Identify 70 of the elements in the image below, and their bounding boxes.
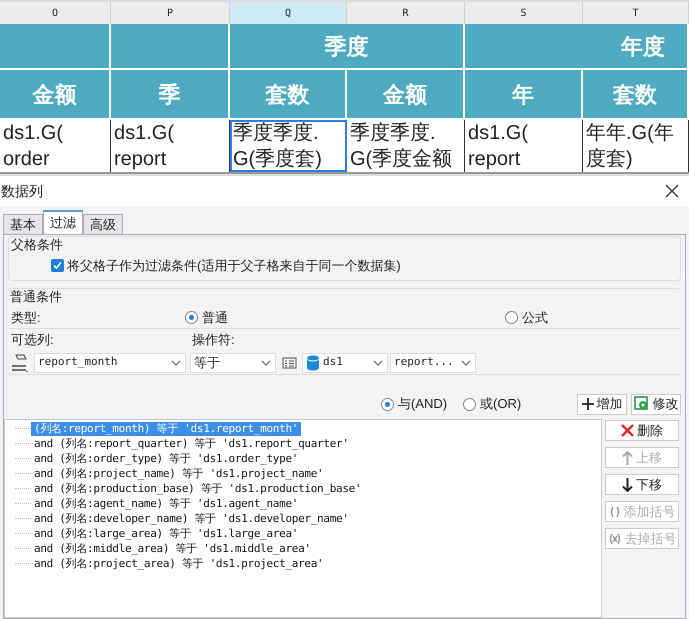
caret-icon[interactable] (261, 360, 271, 366)
window-title: 数据列 (1, 182, 43, 200)
condition-item[interactable]: and (列名:developer_name) 等于 'ds1.developer_name' (31, 512, 352, 526)
dropdown[interactable]: report... (390, 352, 476, 372)
tab[interactable]: 高级 (83, 214, 123, 234)
radio-button[interactable] (463, 398, 476, 410)
brackets-icon (608, 506, 620, 518)
arrow-down-icon (622, 478, 633, 492)
column-header[interactable]: R (347, 2, 465, 24)
field-type-icon[interactable] (10, 352, 30, 372)
header-cell: 年 (465, 70, 583, 120)
table-cell[interactable]: ds1.G( report (111, 120, 230, 172)
column-header[interactable]: O (0, 2, 111, 24)
header-cell: 金额 (347, 70, 465, 120)
radio-button[interactable] (185, 311, 198, 324)
group-title: 普通条件 (9, 289, 62, 305)
field-label: 可选列: (11, 331, 55, 350)
radio-button[interactable] (505, 311, 518, 324)
caret-icon[interactable] (373, 360, 383, 366)
header-cell: 套数 (583, 70, 689, 120)
radio-label: 或(OR) (480, 395, 522, 414)
header-cell: 金额 (0, 70, 111, 120)
dropdown[interactable]: ds1 (302, 352, 388, 372)
brackets-icon (608, 532, 622, 544)
tab[interactable]: 基本 (3, 214, 43, 234)
group-title: 父格条件 (10, 237, 63, 253)
button[interactable]: 增加 (577, 394, 627, 414)
close-icon[interactable] (665, 184, 679, 198)
radio-label: 与(AND) (398, 395, 448, 414)
table-cell[interactable]: 年年.G(年度套) (583, 120, 689, 172)
caret-icon[interactable] (461, 360, 471, 366)
arrow-up-icon (622, 450, 633, 464)
field-label: 类型: (11, 308, 42, 327)
plus-icon (582, 398, 594, 410)
condition-item[interactable]: and (列名:agent_name) 等于 'ds1.agent_name' (31, 496, 302, 510)
table-cell[interactable]: ds1.G( report (465, 120, 583, 172)
condition-item[interactable]: and (列名:project_area) 等于 'ds1.project_area' (31, 556, 326, 570)
header-cell: 季度 (230, 24, 465, 70)
table-cell[interactable]: 季度季度. G(季度套) (230, 120, 347, 172)
condition-item[interactable]: and (列名:middle_area) 等于 'ds1.middle_area' (31, 542, 314, 556)
header-cell: 套数 (230, 70, 347, 120)
tab[interactable]: 过滤 (43, 210, 83, 234)
close-icon (621, 424, 634, 437)
condition-item[interactable]: and (列名:project_name) 等于 'ds1.project_name' (31, 466, 326, 480)
condition-item[interactable]: and (列名:production_base) 等于 'ds1.production_base' (31, 482, 364, 496)
field-label: 操作符: (192, 331, 235, 350)
dropdown[interactable]: report_month (34, 352, 186, 372)
column-header[interactable]: P (111, 2, 230, 24)
column-header[interactable]: S (465, 2, 583, 24)
header-cell: 年度 (465, 24, 689, 70)
button[interactable]: 修改 (631, 394, 681, 414)
radio-label: 普通 (202, 308, 228, 327)
condition-item[interactable]: and (列名:large_area) 等于 'ds1.large_area' (31, 526, 302, 540)
checkbox-label: 将父格子作为过滤条件(适用于父子格来自于同一个数据集) (67, 257, 401, 275)
caret-icon[interactable] (171, 360, 181, 366)
database-icon (306, 354, 320, 370)
dropdown[interactable]: 等于 (190, 352, 276, 372)
table-cell[interactable]: 季度季度. G(季度金额 (347, 120, 465, 172)
column-header[interactable]: Q (230, 2, 347, 24)
table-cell[interactable]: ds1.G( order (0, 120, 111, 172)
button[interactable]: 下移 (605, 474, 679, 495)
button[interactable]: 删除 (605, 420, 679, 441)
column-header[interactable]: T (583, 2, 689, 24)
list-icon[interactable] (282, 356, 298, 368)
radio-label: 公式 (522, 308, 548, 327)
condition-item[interactable]: and (列名:order_type) 等于 'ds1.order_type' (31, 452, 302, 466)
checkbox[interactable] (51, 259, 64, 272)
header-cell: 季 (111, 70, 230, 120)
condition-item[interactable]: and (列名:report_quarter) 等于 'ds1.report_quarter' (31, 436, 352, 450)
radio-button[interactable] (381, 398, 394, 410)
